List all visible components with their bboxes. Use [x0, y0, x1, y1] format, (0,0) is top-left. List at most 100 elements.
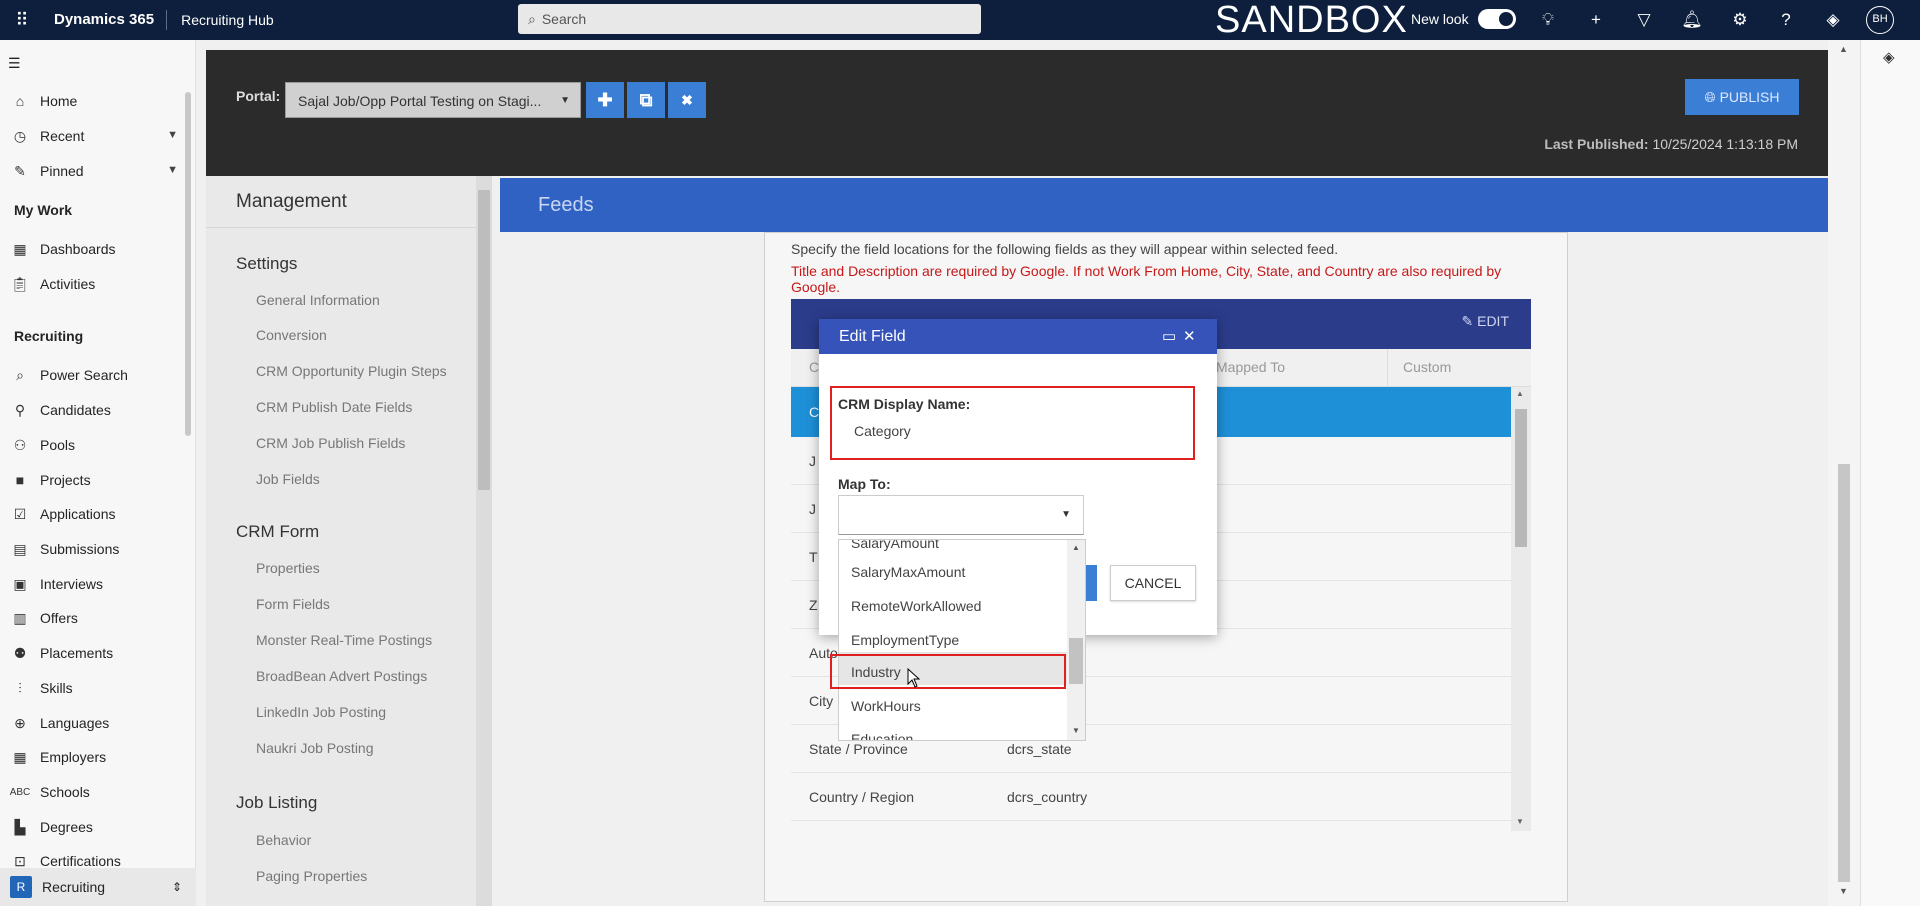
sidebar-scrollbar[interactable] [185, 92, 191, 436]
sidebar-item-submissions[interactable]: ▤ Submissions [0, 534, 190, 564]
skills-icon: ⫶ [18, 679, 22, 696]
scroll-up-icon[interactable]: ▲ [1516, 389, 1524, 398]
scroll-down-icon[interactable]: ▼ [1839, 886, 1848, 896]
sidebar-item-label: Offers [40, 610, 78, 626]
sidebar-item-pools[interactable]: ⚇ Pools [0, 430, 190, 460]
scroll-down-icon[interactable]: ▼ [1072, 726, 1080, 735]
table-scrollbar[interactable]: ▲ ▼ [1511, 387, 1531, 831]
table-scrollbar-thumb[interactable] [1515, 409, 1527, 547]
page-scrollbar[interactable]: ▲ ▼ [1828, 40, 1860, 906]
copy-portal-button[interactable]: ⧉ [627, 82, 665, 118]
chevron-down-icon[interactable]: ▼ [167, 129, 178, 141]
dropdown-option[interactable]: Education [851, 731, 913, 740]
sidebar-item-offers[interactable]: ▥ Offers [0, 603, 190, 633]
dropdown-option[interactable]: WorkHours [851, 698, 921, 714]
global-search-input[interactable]: ⌕ Search [518, 4, 981, 34]
dropdown-option[interactable]: SalaryMaxAmount [851, 564, 965, 580]
sidebar-item-skills[interactable]: ⫶ Skills [0, 673, 190, 703]
management-scrollbar-track[interactable] [476, 176, 492, 906]
sidebar-item-candidates[interactable]: ⚲ Candidates [0, 395, 190, 425]
link-general-information[interactable]: General Information [256, 292, 380, 308]
feeds-warning: Title and Description are required by Go… [791, 263, 1502, 295]
copilot-icon[interactable]: ◈ [1883, 48, 1895, 66]
dropdown-scrollbar[interactable]: ▲ ▼ [1067, 540, 1085, 740]
sidebar-item-employers[interactable]: ▦ Employers [0, 742, 190, 772]
sidebar-item-recent[interactable]: ◷ Recent ▼ [0, 121, 190, 151]
link-form-fields[interactable]: Form Fields [256, 596, 330, 612]
sidebar-item-label: Applications [40, 506, 116, 522]
link-monster-real-time-postings[interactable]: Monster Real-Time Postings [256, 632, 432, 648]
delete-portal-button[interactable]: ✖ [668, 82, 706, 118]
area-label: Recruiting [42, 879, 106, 895]
sidebar-item-schools[interactable]: ABC Schools [0, 777, 190, 807]
app-launcher-icon[interactable]: ⠿ [0, 0, 44, 40]
edit-button[interactable]: ✎ EDIT [1461, 313, 1509, 330]
table-row[interactable]: Country / Region dcrs_country [791, 773, 1511, 821]
gear-icon[interactable]: ⚙ [1728, 8, 1752, 32]
copilot-icon[interactable]: ◈ [1821, 8, 1845, 32]
dropdown-option[interactable]: RemoteWorkAllowed [851, 598, 981, 614]
lightbulb-icon[interactable]: 💡︎ [1536, 8, 1560, 32]
new-look-toggle[interactable] [1478, 9, 1516, 29]
link-conversion[interactable]: Conversion [256, 327, 327, 343]
sidebar-item-label: Submissions [40, 541, 120, 557]
hamburger-menu-icon[interactable]: ☰ [8, 48, 38, 78]
my-work-heading: My Work [14, 202, 73, 218]
filter-icon[interactable]: ▽ [1632, 8, 1656, 32]
section-settings: Settings [236, 254, 298, 273]
sidebar-item-dashboards[interactable]: ▦ Dashboards [0, 234, 190, 264]
plus-icon[interactable]: + [1584, 8, 1608, 32]
link-properties[interactable]: Properties [256, 560, 320, 576]
map-to-select[interactable]: ▼ [838, 495, 1084, 535]
link-crm-opportunity-plugin-steps[interactable]: CRM Opportunity Plugin Steps [256, 363, 447, 379]
map-to-dropdown-list[interactable]: SalaryAmount SalaryMaxAmount RemoteWorkA… [838, 539, 1086, 741]
brand-name[interactable]: Dynamics 365 [44, 10, 168, 30]
help-icon[interactable]: ? [1774, 8, 1798, 32]
column-header[interactable]: Custom [1403, 359, 1451, 375]
row-field: J [809, 501, 816, 517]
portal-select-value: Sajal Job/Opp Portal Testing on Stagi... [298, 93, 542, 109]
close-icon[interactable]: ✕ [1183, 319, 1196, 354]
sidebar-item-pinned[interactable]: ✎ Pinned ▼ [0, 156, 190, 186]
link-paging-properties[interactable]: Paging Properties [256, 868, 367, 884]
column-header[interactable]: C [809, 359, 819, 375]
sidebar-item-power-search[interactable]: ⌕ Power Search [0, 360, 190, 390]
link-behavior[interactable]: Behavior [256, 832, 311, 848]
publish-button[interactable]: 🌐︎ PUBLISH [1685, 79, 1799, 115]
link-naukri-job-posting[interactable]: Naukri Job Posting [256, 740, 374, 756]
sidebar-item-projects[interactable]: ■ Projects [0, 465, 190, 495]
link-crm-publish-date-fields[interactable]: CRM Publish Date Fields [256, 399, 412, 415]
sidebar-item-languages[interactable]: ⊕ Languages [0, 708, 190, 738]
dropdown-option[interactable]: EmploymentType [851, 632, 959, 648]
chevron-down-icon[interactable]: ▼ [167, 164, 178, 176]
link-linkedin-job-posting[interactable]: LinkedIn Job Posting [256, 704, 386, 720]
scroll-up-icon[interactable]: ▲ [1839, 44, 1848, 54]
sidebar-item-applications[interactable]: ☑ Applications [0, 499, 190, 529]
scroll-down-icon[interactable]: ▼ [1516, 817, 1524, 826]
app-title[interactable]: Recruiting Hub [167, 12, 274, 28]
sidebar-item-interviews[interactable]: ▣ Interviews [0, 569, 190, 599]
sidebar-item-degrees[interactable]: ▙ Degrees [0, 812, 190, 842]
maximize-icon[interactable]: ▭ [1162, 319, 1176, 354]
link-broadbean-advert-postings[interactable]: BroadBean Advert Postings [256, 668, 427, 684]
sidebar-item-placements[interactable]: ⚉ Placements [0, 638, 190, 668]
row-field: Z [809, 597, 818, 613]
link-job-fields[interactable]: Job Fields [256, 471, 320, 487]
clipboard-icon: 📋︎ [11, 275, 29, 292]
management-scrollbar-thumb[interactable] [478, 190, 490, 490]
add-portal-button[interactable]: ✚ [586, 82, 624, 118]
bell-icon[interactable]: 🔔︎ [1680, 8, 1704, 32]
portal-select[interactable]: Sajal Job/Opp Portal Testing on Stagi...… [285, 82, 581, 118]
avatar[interactable]: BH [1866, 6, 1894, 34]
dropdown-option[interactable]: SalaryAmount [851, 540, 939, 551]
sidebar-item-home[interactable]: ⌂ Home [0, 86, 190, 116]
site-map-sidebar: ☰ ⌂ Home ◷ Recent ▼ ✎ Pinned ▼ My Work ▦… [0, 40, 196, 906]
scroll-up-icon[interactable]: ▲ [1072, 543, 1080, 552]
cancel-button[interactable]: CANCEL [1110, 565, 1196, 601]
page-scrollbar-thumb[interactable] [1838, 464, 1850, 882]
dropdown-scrollbar-thumb[interactable] [1069, 638, 1083, 684]
column-header[interactable]: Mapped To [1216, 359, 1285, 375]
link-crm-job-publish-fields[interactable]: CRM Job Publish Fields [256, 435, 405, 451]
area-switcher[interactable]: R Recruiting ⇕ [0, 868, 196, 906]
sidebar-item-activities[interactable]: 📋︎ Activities [0, 269, 190, 299]
